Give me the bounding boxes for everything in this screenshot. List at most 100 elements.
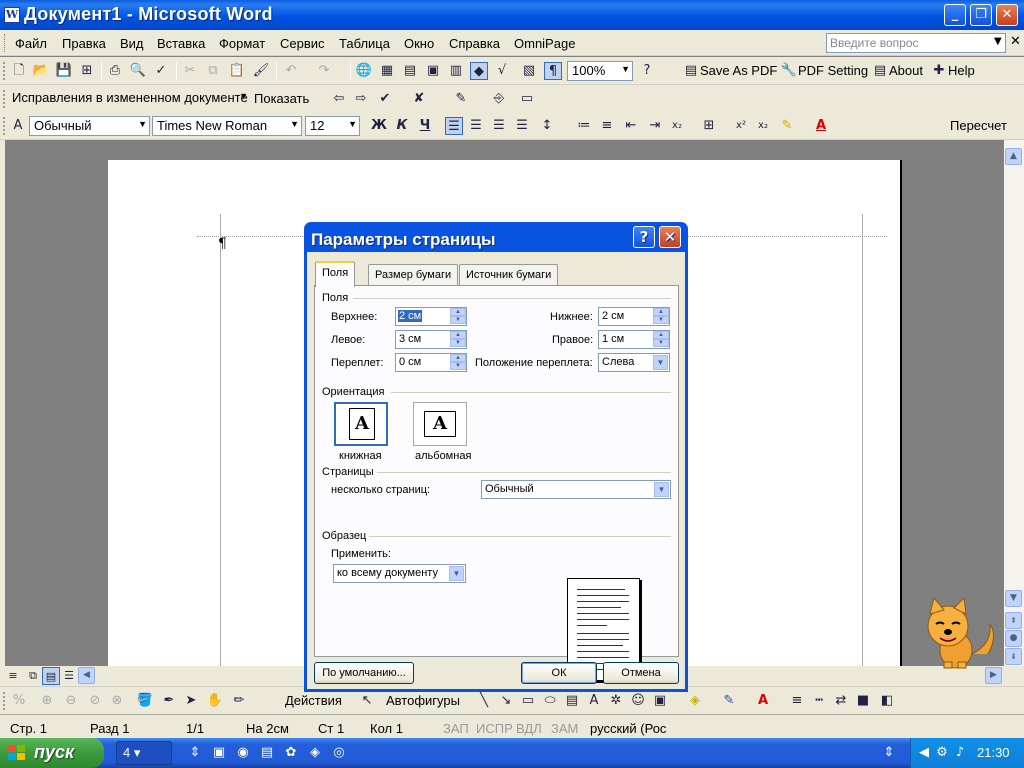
status-ovr[interactable]: ЗАМ [551, 721, 578, 736]
styles-icon[interactable]: A [9, 117, 27, 135]
menu-omnipage[interactable]: OmniPage [514, 36, 575, 51]
actions-menu-button[interactable]: Действия [285, 693, 342, 708]
spinner-buttons[interactable]: ▲ ▼ [653, 308, 669, 325]
status-ext[interactable]: ВДЛ [516, 721, 542, 736]
cancel-button[interactable]: Отмена [603, 662, 679, 684]
dialog-title-bar[interactable]: Параметры страницы ? ✕ [307, 222, 685, 252]
fill-icon[interactable]: 🪣 [136, 692, 154, 710]
wordart-icon[interactable]: A [585, 692, 603, 710]
tray-arrow-icon[interactable]: ◀ [915, 744, 933, 762]
insert-excel-icon[interactable]: ▣ [424, 62, 442, 80]
help-book-icon[interactable]: ✚ [930, 62, 948, 80]
multiple-pages-combo[interactable]: Обычный ▼ [481, 480, 671, 499]
status-trk[interactable]: ИСПР [476, 721, 513, 736]
chevron-down-icon[interactable]: ▼ [239, 91, 248, 101]
hyperlink-icon[interactable]: 🌐 [355, 62, 373, 80]
3d-style-icon[interactable]: ◧ [878, 692, 896, 710]
tab-paper-source[interactable]: Источник бумаги [459, 264, 559, 286]
spin-down-icon[interactable]: ▼ [450, 316, 466, 324]
highlight-icon[interactable]: ✎ [778, 117, 796, 135]
office-assistant-cat-icon[interactable] [918, 598, 1002, 670]
line-color-icon[interactable]: ✎ [720, 692, 738, 710]
next-page-icon[interactable]: ⇟ [1005, 648, 1022, 665]
font-size-combo[interactable]: 12 ▼ [305, 116, 360, 136]
scroll-down-icon[interactable]: ▼ [1005, 590, 1022, 607]
normal-view-icon[interactable]: ≡ [4, 667, 22, 685]
spinner-buttons[interactable]: ▲ ▼ [450, 331, 466, 348]
folder-icon[interactable]: ▣ [210, 744, 228, 762]
italic-button[interactable]: К [393, 117, 411, 135]
paste-icon[interactable]: 📋 [228, 62, 246, 80]
tab-margins[interactable]: Поля [315, 261, 356, 287]
redo-icon[interactable]: ↷ [315, 62, 333, 80]
menu-format[interactable]: Формат [219, 36, 265, 51]
line-style-icon[interactable]: ≡ [788, 692, 806, 710]
connector-icon[interactable]: ⊕ [38, 692, 56, 710]
align-center-icon[interactable]: ☰ [467, 117, 485, 135]
autoshapes-menu-button[interactable]: Автофигуры [386, 693, 460, 708]
style-combo[interactable]: Обычный ▼ [29, 116, 150, 136]
gutter-position-combo[interactable]: Слева ▼ [598, 353, 670, 372]
align-left-icon[interactable]: ☰ [445, 117, 463, 135]
numbering-icon[interactable]: ≔ [575, 117, 593, 135]
recount-button[interactable]: Пересчет [950, 118, 1007, 133]
bullets-icon[interactable]: ≡ [598, 117, 616, 135]
menu-insert[interactable]: Вставка [157, 36, 205, 51]
quicklaunch-icon-4[interactable]: ✿ [282, 744, 300, 762]
menu-help[interactable]: Справка [449, 36, 500, 51]
toolbar-grip[interactable] [3, 117, 6, 135]
subscript2-icon[interactable]: x₂ [754, 117, 772, 135]
menu-edit[interactable]: Правка [62, 36, 106, 51]
chevron-down-icon[interactable]: ▼ [290, 119, 299, 129]
help-icon[interactable]: ? [638, 62, 656, 80]
apply-to-combo[interactable]: ко всему документу ▼ [333, 564, 466, 583]
reviewing-pane-icon[interactable]: ▭ [518, 90, 536, 108]
track-changes-icon[interactable]: ⎆ [490, 90, 508, 108]
quicklaunch-icon-5[interactable]: ◈ [306, 744, 324, 762]
underline-button[interactable]: Ч [416, 117, 434, 135]
format-painter-icon[interactable]: 🖌 [252, 62, 270, 80]
decrease-indent-icon[interactable]: ⇤ [622, 117, 640, 135]
network-icon[interactable]: ⚙ [933, 744, 951, 762]
chevron-down-icon[interactable]: ▼ [449, 566, 464, 581]
menu-window[interactable]: Окно [404, 36, 434, 51]
chevron-down-icon[interactable]: ▼ [653, 355, 668, 370]
borders-icon[interactable]: ⊞ [700, 117, 718, 135]
status-rec[interactable]: ЗАП [443, 721, 469, 736]
columns-icon[interactable]: ▥ [447, 62, 465, 80]
word-task-group-button[interactable]: 4 ▾ [116, 741, 172, 765]
chevron-down-icon[interactable]: ▼ [621, 64, 630, 74]
spinner-buttons[interactable]: ▲ ▼ [653, 331, 669, 348]
spin-down-icon[interactable]: ▼ [653, 316, 669, 324]
about-button[interactable]: About [889, 63, 923, 78]
dialog-help-button[interactable]: ? [633, 226, 655, 248]
bold-button[interactable]: Ж [370, 117, 388, 135]
line-spacing-icon[interactable]: ↕ [538, 117, 556, 135]
portrait-option[interactable]: A [334, 402, 388, 446]
increase-indent-icon[interactable]: ⇥ [646, 117, 664, 135]
window-close-button[interactable]: ✕ [996, 4, 1018, 26]
previous-page-icon[interactable]: ⇞ [1005, 612, 1022, 629]
rectangle-icon[interactable]: ▭ [519, 692, 537, 710]
gutter-spinner[interactable]: 0 см ▲ ▼ [395, 353, 467, 372]
open-folder-icon[interactable]: 📂 [32, 62, 50, 80]
dialog-close-button[interactable]: ✕ [659, 226, 681, 248]
justify-icon[interactable]: ☰ [513, 117, 531, 135]
menubar-grip[interactable] [4, 34, 7, 52]
line-tool-icon[interactable]: ✒ [160, 692, 178, 710]
start-button[interactable]: пуск [0, 738, 104, 768]
copy-icon[interactable]: ⧉ [204, 62, 222, 80]
insert-comment-icon[interactable]: ✎ [452, 90, 470, 108]
chevron-down-icon[interactable]: ▼ [994, 36, 1002, 47]
outline-view-icon[interactable]: ☰ [60, 667, 78, 685]
select-browse-object-icon[interactable]: ● [1005, 630, 1022, 647]
toolbar-grip[interactable] [3, 62, 6, 80]
restore-button[interactable]: ❐ [970, 4, 992, 26]
shadow-tool-icon[interactable]: ✋ [206, 692, 224, 710]
menu-file[interactable]: Файл [15, 36, 47, 51]
spin-up-icon[interactable]: ▲ [450, 331, 466, 339]
spin-up-icon[interactable]: ▲ [653, 308, 669, 316]
document-map-icon[interactable]: ▧ [520, 62, 538, 80]
tables-borders-icon[interactable]: ▦ [378, 62, 396, 80]
vertical-scrollbar[interactable]: ▲ ▼ ⇞ ● ⇟ [1004, 140, 1024, 666]
